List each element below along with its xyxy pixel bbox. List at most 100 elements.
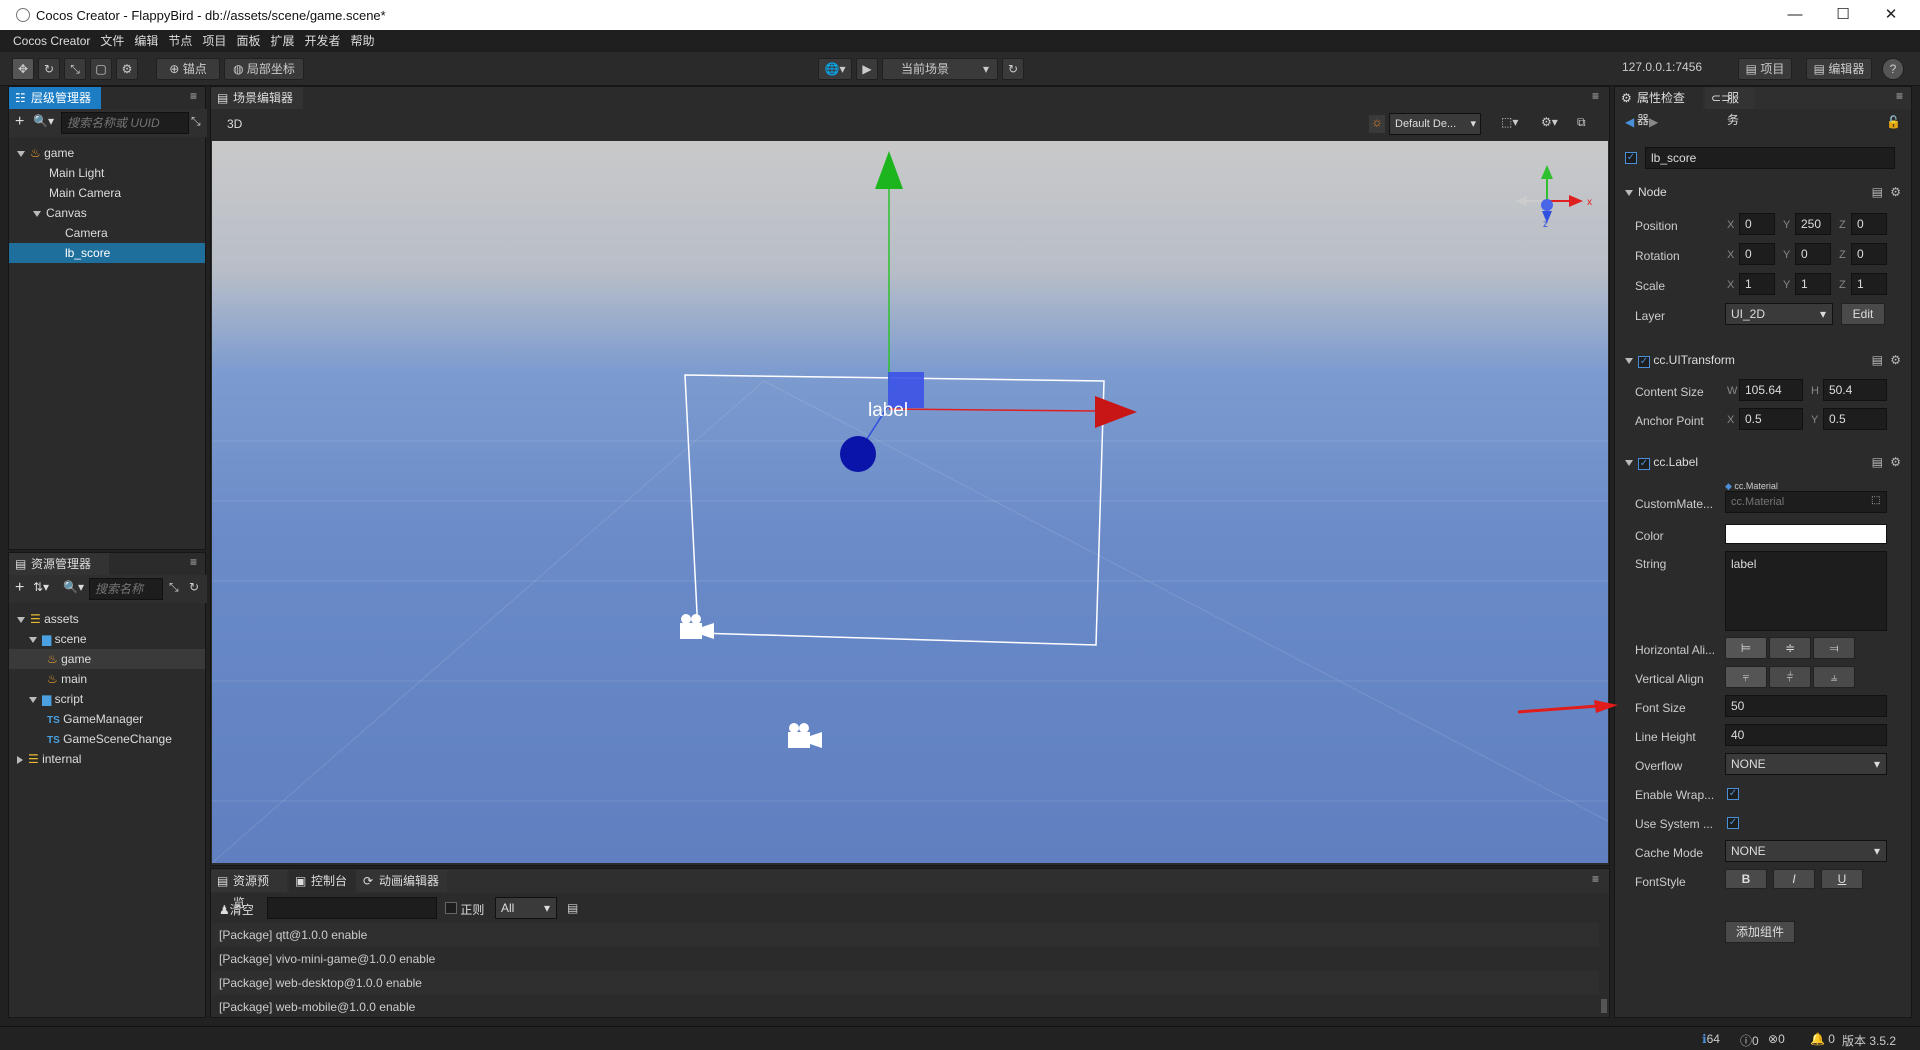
expand-arrow-icon[interactable] xyxy=(1625,357,1633,364)
align-bottom-icon[interactable]: ⫨ xyxy=(1813,666,1855,688)
editor-button[interactable]: ▤ 编辑器 xyxy=(1806,58,1872,80)
scene-select[interactable]: 当前场景 ▾ xyxy=(882,58,998,80)
scale-z-input[interactable] xyxy=(1851,273,1887,295)
font-size-input[interactable] xyxy=(1725,695,1887,717)
menu-file[interactable]: 文件 xyxy=(95,30,129,52)
hierarchy-search-input[interactable] xyxy=(61,112,189,134)
cache-mode-select[interactable]: NONE ▾ xyxy=(1725,840,1887,862)
menu-developer[interactable]: 开发者 xyxy=(299,30,345,52)
asset-internal[interactable]: ☰ internal xyxy=(9,749,205,769)
expand-arrow-icon[interactable] xyxy=(29,696,37,703)
tab-scene-editor[interactable]: ▤ 场景编辑器 xyxy=(211,87,303,109)
anchor-y-input[interactable] xyxy=(1823,408,1887,430)
bold-button[interactable]: B xyxy=(1725,869,1767,889)
add-component-button[interactable]: 添加组件 xyxy=(1725,921,1795,943)
tree-node-main-light[interactable]: Main Light xyxy=(9,163,205,183)
refresh-icon[interactable]: ↻ xyxy=(1002,58,1024,80)
asset-game-scene-change[interactable]: TS GameSceneChange xyxy=(9,729,205,749)
regex-checkbox[interactable] xyxy=(445,902,457,914)
maximize-view-icon[interactable]: ⧉ xyxy=(1577,115,1586,130)
clear-button[interactable]: ♟清空 xyxy=(219,901,254,918)
sort-icon[interactable]: ⇅▾ xyxy=(33,580,49,594)
position-z-input[interactable] xyxy=(1851,213,1887,235)
console-filter-input[interactable] xyxy=(267,897,437,919)
panel-menu-icon[interactable]: ≡ xyxy=(1896,89,1903,103)
tab-asset-preview[interactable]: ▤ 资源预览 xyxy=(211,870,287,910)
forward-arrow-icon[interactable]: ▶ xyxy=(1649,115,1658,129)
gear-icon[interactable]: ⚙▾ xyxy=(1541,115,1558,129)
uitransform-enabled-checkbox[interactable]: ✓ xyxy=(1638,356,1650,368)
node-active-checkbox[interactable]: ✓ xyxy=(1625,152,1637,164)
panel-menu-icon[interactable]: ≡ xyxy=(1592,872,1599,886)
custom-material-input[interactable] xyxy=(1725,491,1887,513)
help-doc-icon[interactable]: ▤ xyxy=(1872,353,1883,367)
rotation-x-input[interactable] xyxy=(1739,243,1775,265)
transform-tool-icon[interactable]: ⚙ xyxy=(116,58,138,80)
maximize-button[interactable]: ☐ xyxy=(1820,0,1866,30)
line-height-input[interactable] xyxy=(1725,724,1887,746)
tab-hierarchy[interactable]: ☷ 层级管理器 xyxy=(9,87,101,109)
align-center-icon[interactable]: ≑ xyxy=(1769,637,1811,659)
asset-game-scene[interactable]: ♨ game xyxy=(9,649,205,669)
node-name-input[interactable] xyxy=(1645,147,1895,169)
scene-viewport[interactable]: label x z xyxy=(212,141,1608,863)
local-coord-button[interactable]: ◍ 局部坐标 xyxy=(224,58,304,80)
expand-arrow-icon[interactable] xyxy=(17,616,25,623)
status-notice[interactable]: 🔔 0 xyxy=(1810,1032,1835,1046)
add-node-icon[interactable]: + xyxy=(15,113,24,131)
status-warn[interactable]: ⓘ0 xyxy=(1740,1032,1759,1049)
content-width-input[interactable] xyxy=(1739,379,1803,401)
panel-menu-icon[interactable]: ≡ xyxy=(1592,89,1599,103)
menu-node[interactable]: 节点 xyxy=(163,30,197,52)
layer-edit-button[interactable]: Edit xyxy=(1841,303,1885,325)
color-swatch[interactable] xyxy=(1725,524,1887,544)
preview-ip[interactable]: 127.0.0.1:7456 xyxy=(1622,60,1702,74)
rect-tool-icon[interactable]: ▢ xyxy=(90,58,112,80)
add-asset-icon[interactable]: + xyxy=(15,579,24,597)
rotation-z-input[interactable] xyxy=(1851,243,1887,265)
node-section-header[interactable]: Node xyxy=(1625,185,1667,199)
collapse-icon[interactable]: ⤡ xyxy=(191,114,201,129)
minimize-button[interactable]: — xyxy=(1772,0,1818,30)
asset-game-manager[interactable]: TS GameManager xyxy=(9,709,205,729)
refresh-icon[interactable]: ↻ xyxy=(189,580,199,594)
tab-assets[interactable]: ▤ 资源管理器 xyxy=(9,553,109,575)
rotate-tool-icon[interactable]: ↻ xyxy=(38,58,60,80)
lock-icon[interactable]: 🔓 xyxy=(1886,115,1901,129)
back-arrow-icon[interactable]: ◀ xyxy=(1625,115,1634,129)
tree-node-lb-score[interactable]: lb_score xyxy=(9,243,205,263)
help-doc-icon[interactable]: ▤ xyxy=(1872,455,1883,469)
expand-arrow-icon[interactable] xyxy=(33,210,41,217)
help-icon[interactable]: ? xyxy=(1882,58,1904,80)
platform-select[interactable]: 🌐▾ xyxy=(818,58,852,80)
expand-arrow-icon[interactable] xyxy=(1625,189,1633,196)
expand-arrow-icon[interactable] xyxy=(1625,459,1633,466)
layer-select[interactable]: UI_2D ▾ xyxy=(1725,303,1833,325)
scale-y-input[interactable] xyxy=(1795,273,1831,295)
overflow-select[interactable]: NONE ▾ xyxy=(1725,753,1887,775)
align-middle-icon[interactable]: ⫩ xyxy=(1769,666,1811,688)
rotation-y-input[interactable] xyxy=(1795,243,1831,265)
tab-services[interactable]: ⊂⊃ 服务 xyxy=(1705,87,1755,127)
use-system-font-checkbox[interactable]: ✓ xyxy=(1727,817,1739,829)
italic-button[interactable]: I xyxy=(1773,869,1815,889)
close-button[interactable]: ✕ xyxy=(1868,0,1914,30)
gear-icon[interactable]: ⚙ xyxy=(1890,185,1901,199)
collapse-arrow-icon[interactable] xyxy=(17,755,23,764)
asset-script-folder[interactable]: ▆ script xyxy=(9,689,205,709)
panel-menu-icon[interactable]: ≡ xyxy=(190,555,197,569)
collapse-icon[interactable]: ⤡ xyxy=(169,580,179,595)
enable-wrap-checkbox[interactable]: ✓ xyxy=(1727,788,1739,800)
menu-project[interactable]: 项目 xyxy=(197,30,231,52)
pivot-button[interactable]: ⊕ 锚点 xyxy=(156,58,220,80)
content-height-input[interactable] xyxy=(1823,379,1887,401)
scale-x-input[interactable] xyxy=(1739,273,1775,295)
search-type-icon[interactable]: 🔍▾ xyxy=(33,114,54,128)
align-left-icon[interactable]: ⊨ xyxy=(1725,637,1767,659)
move-tool-icon[interactable]: ✥ xyxy=(12,58,34,80)
project-button[interactable]: ▤ 项目 xyxy=(1738,58,1792,80)
console-scrollbar[interactable] xyxy=(1601,999,1607,1013)
gear-icon[interactable]: ⚙ xyxy=(1890,353,1901,367)
label-section-header[interactable]: ✓ cc.Label xyxy=(1625,455,1698,470)
label-enabled-checkbox[interactable]: ✓ xyxy=(1638,458,1650,470)
